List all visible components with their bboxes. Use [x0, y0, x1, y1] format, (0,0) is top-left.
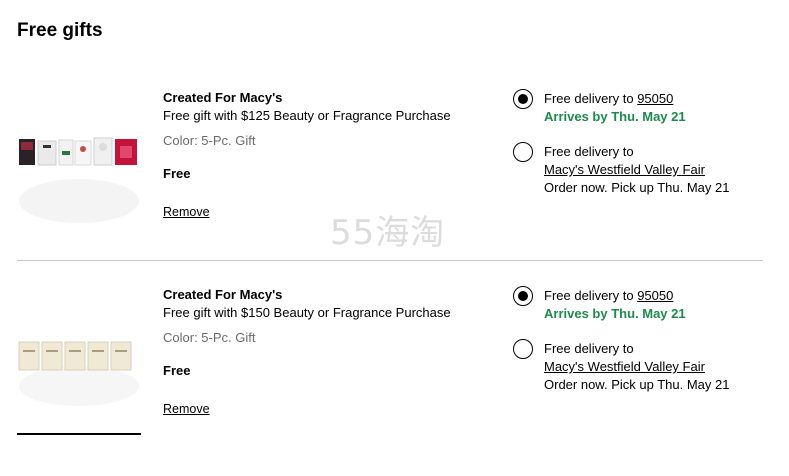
gift-set-image[interactable] [17, 286, 141, 436]
zip-code-link[interactable]: 95050 [637, 288, 673, 303]
delivery-prefix: Free delivery to [544, 91, 638, 106]
item-brand: Created For Macy's [163, 90, 283, 105]
remove-link[interactable]: Remove [163, 205, 210, 219]
item-description: Free gift with $150 Beauty or Fragrance … [163, 305, 451, 320]
item-brand: Created For Macy's [163, 287, 283, 302]
pickup-radio[interactable] [513, 339, 533, 359]
item-price: Free [163, 363, 191, 378]
delivery-radio[interactable] [513, 89, 533, 109]
bottom-rule [17, 433, 141, 435]
zip-code-link[interactable]: 95050 [637, 91, 673, 106]
arrival-date: Arrives by Thu. May 21 [544, 109, 686, 124]
pickup-prefix: Free delivery to [544, 144, 634, 159]
item-price: Free [163, 166, 191, 181]
page-title: Free gifts [17, 20, 103, 41]
candle-jars-image [17, 286, 141, 436]
pickup-radio[interactable] [513, 142, 533, 162]
delivery-prefix: Free delivery to [544, 288, 638, 303]
store-link[interactable]: Macy's Westfield Valley Fair [544, 359, 705, 374]
item-color: Color: 5-Pc. Gift [163, 330, 256, 345]
arrival-date: Arrives by Thu. May 21 [544, 306, 686, 321]
remove-link[interactable]: Remove [163, 402, 210, 416]
pickup-note: Order now. Pick up Thu. May 21 [544, 377, 730, 392]
pickup-note: Order now. Pick up Thu. May 21 [544, 180, 730, 195]
item-divider [17, 260, 763, 261]
item-color: Color: 5-Pc. Gift [163, 133, 256, 148]
delivery-radio[interactable] [513, 286, 533, 306]
perfume-bottles-image [17, 89, 141, 239]
gift-set-image[interactable] [17, 89, 141, 239]
store-link[interactable]: Macy's Westfield Valley Fair [544, 162, 705, 177]
item-description: Free gift with $125 Beauty or Fragrance … [163, 108, 451, 123]
gift-item: Created For Macy's Free gift with $150 B… [0, 286, 789, 476]
pickup-prefix: Free delivery to [544, 341, 634, 356]
watermark-text: 55海淘 [330, 213, 446, 253]
